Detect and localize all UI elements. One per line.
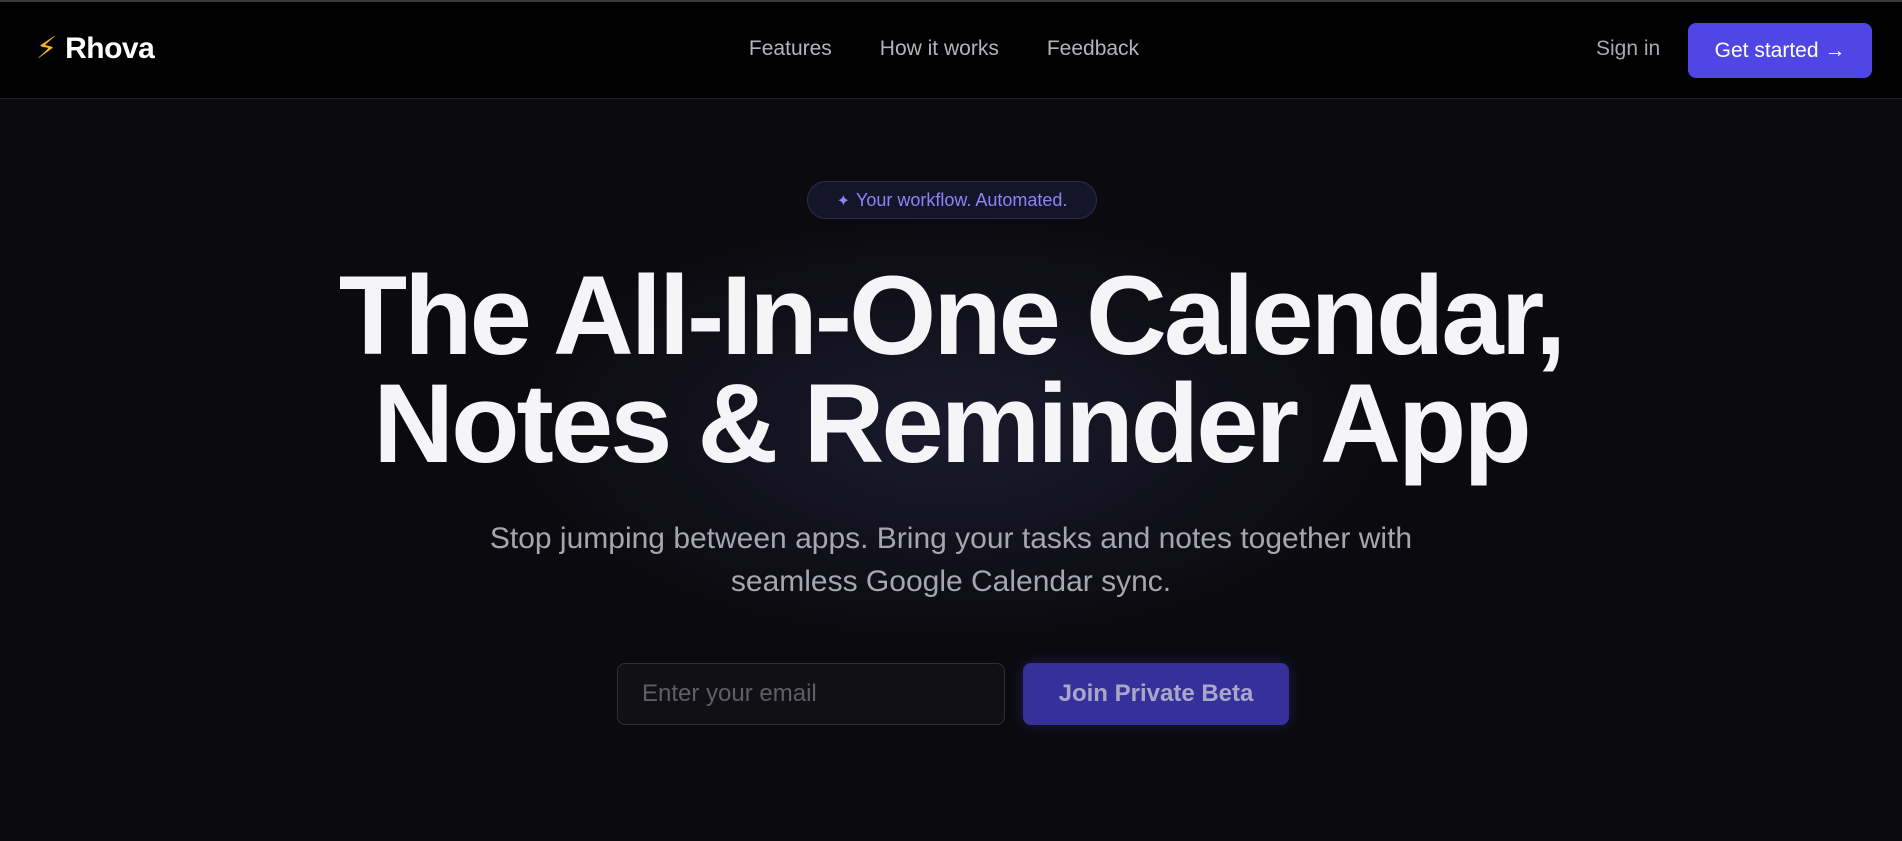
get-started-button[interactable]: Get started → <box>1688 23 1872 78</box>
nav-link-how-it-works[interactable]: How it works <box>880 37 999 61</box>
hero-subtitle-line-1: Stop jumping between apps. Bring your ta… <box>489 522 1413 555</box>
hero-subtitle-line-2: seamless Google Calendar sync. <box>730 565 1172 598</box>
hero-title-line-2: Notes & Reminder App <box>373 361 1532 486</box>
badge-text: Your workflow. Automated. <box>855 189 1068 210</box>
nav-link-feedback[interactable]: Feedback <box>1047 37 1139 61</box>
hero-badge: ✦ Your workflow. Automated. <box>807 181 1097 219</box>
sparkle-icon: ✦ <box>836 190 850 210</box>
join-private-beta-button[interactable]: Join Private Beta <box>1023 663 1289 725</box>
hero-subtitle: Stop jumping between apps. Bring your ta… <box>0 517 1902 603</box>
hero-title-line-1: The All-In-One Calendar, <box>338 253 1566 378</box>
email-input[interactable] <box>617 663 1005 725</box>
nav-link-features[interactable]: Features <box>749 37 832 61</box>
hero-title: The All-In-One Calendar, Notes & Reminde… <box>0 253 1902 486</box>
top-navbar: ⚡ Rhova Features How it works Feedback S… <box>0 2 1902 99</box>
sign-in-link[interactable]: Sign in <box>1596 37 1660 61</box>
